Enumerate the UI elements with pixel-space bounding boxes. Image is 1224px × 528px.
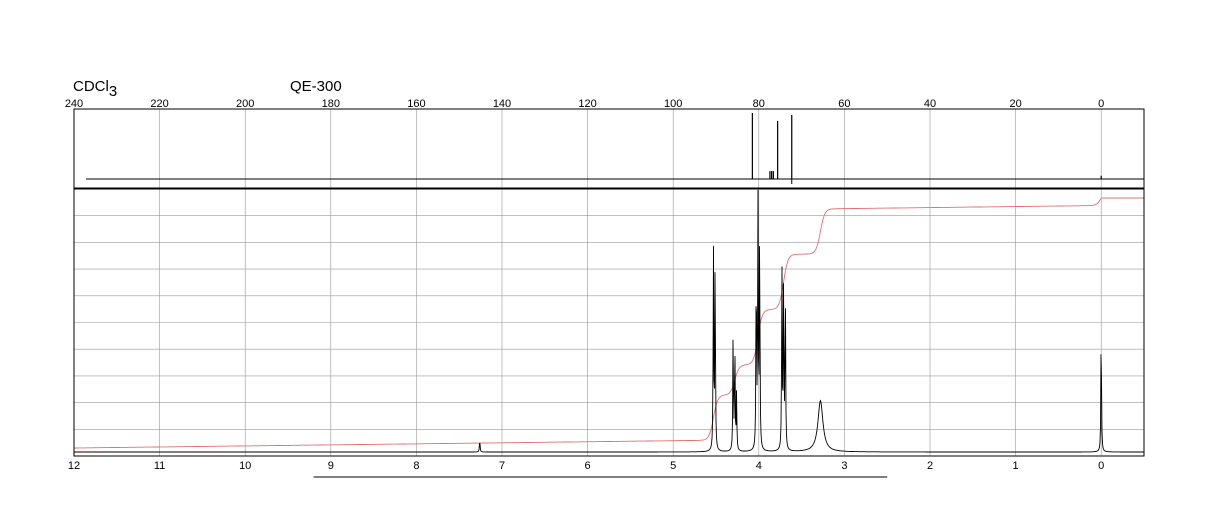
c13-spectrum-panel: 240 220 200 180 160 140 120 100 80 60 40 20 0 bbox=[65, 98, 1145, 189]
solvent-prefix: CDCl bbox=[73, 78, 109, 95]
h1-tick-label: 9 bbox=[328, 460, 334, 472]
c13-peaks bbox=[751, 113, 1102, 184]
solvent-label: CDCl3 bbox=[73, 78, 117, 100]
c13-tick-label: 160 bbox=[407, 98, 425, 110]
h1-tick-label: 6 bbox=[585, 460, 591, 472]
c13-tick-label: 80 bbox=[753, 98, 765, 110]
instrument-label: QE-300 bbox=[290, 78, 342, 95]
h1-tick-label: 10 bbox=[239, 460, 251, 472]
h1-tick-label: 5 bbox=[670, 460, 676, 472]
nmr-spectrum-figure: CDCl3 QE-300 240 220 200 180 160 140 120 100 80 6… bbox=[65, 78, 1145, 478]
c13-frame bbox=[73, 108, 1145, 189]
c13-grid bbox=[159, 109, 1102, 188]
h1-tick-label: 7 bbox=[499, 460, 505, 472]
c13-tick-label: 20 bbox=[1009, 98, 1021, 110]
c13-tick-labels: 240 220 200 180 160 140 120 100 80 60 40 20 0 bbox=[65, 98, 1104, 110]
h1-tick-label: 3 bbox=[841, 460, 847, 472]
h1-tick-label: 8 bbox=[413, 460, 419, 472]
c13-tick-label: 60 bbox=[838, 98, 850, 110]
h1-tick-label: 0 bbox=[1098, 460, 1104, 472]
c13-tick-label: 240 bbox=[65, 98, 83, 110]
h1-tick-label: 1 bbox=[1013, 460, 1019, 472]
c13-tick-label: 200 bbox=[236, 98, 254, 110]
c13-tick-label: 100 bbox=[664, 98, 682, 110]
h1-tick-label: 12 bbox=[68, 460, 80, 472]
h1-grid bbox=[74, 189, 1144, 456]
c13-tick-label: 140 bbox=[493, 98, 511, 110]
solvent-subscript: 3 bbox=[109, 83, 117, 100]
c13-tick-label: 180 bbox=[322, 98, 340, 110]
c13-tick-label: 0 bbox=[1098, 98, 1104, 110]
h1-integral-curve bbox=[74, 197, 1144, 449]
h1-tick-label: 11 bbox=[154, 460, 165, 472]
c13-tick-label: 220 bbox=[150, 98, 168, 110]
c13-tick-label: 120 bbox=[578, 98, 596, 110]
h1-spectrum-line bbox=[74, 189, 1144, 453]
h1-tick-label: 4 bbox=[756, 460, 762, 472]
h1-tick-labels: 12 11 10 9 8 7 6 5 4 3 2 1 0 bbox=[68, 460, 1104, 472]
h1-tick-label: 2 bbox=[927, 460, 933, 472]
h1-spectrum-panel: 12 11 10 9 8 7 6 5 4 3 2 1 0 bbox=[68, 188, 1145, 478]
c13-tick-label: 40 bbox=[924, 98, 936, 110]
